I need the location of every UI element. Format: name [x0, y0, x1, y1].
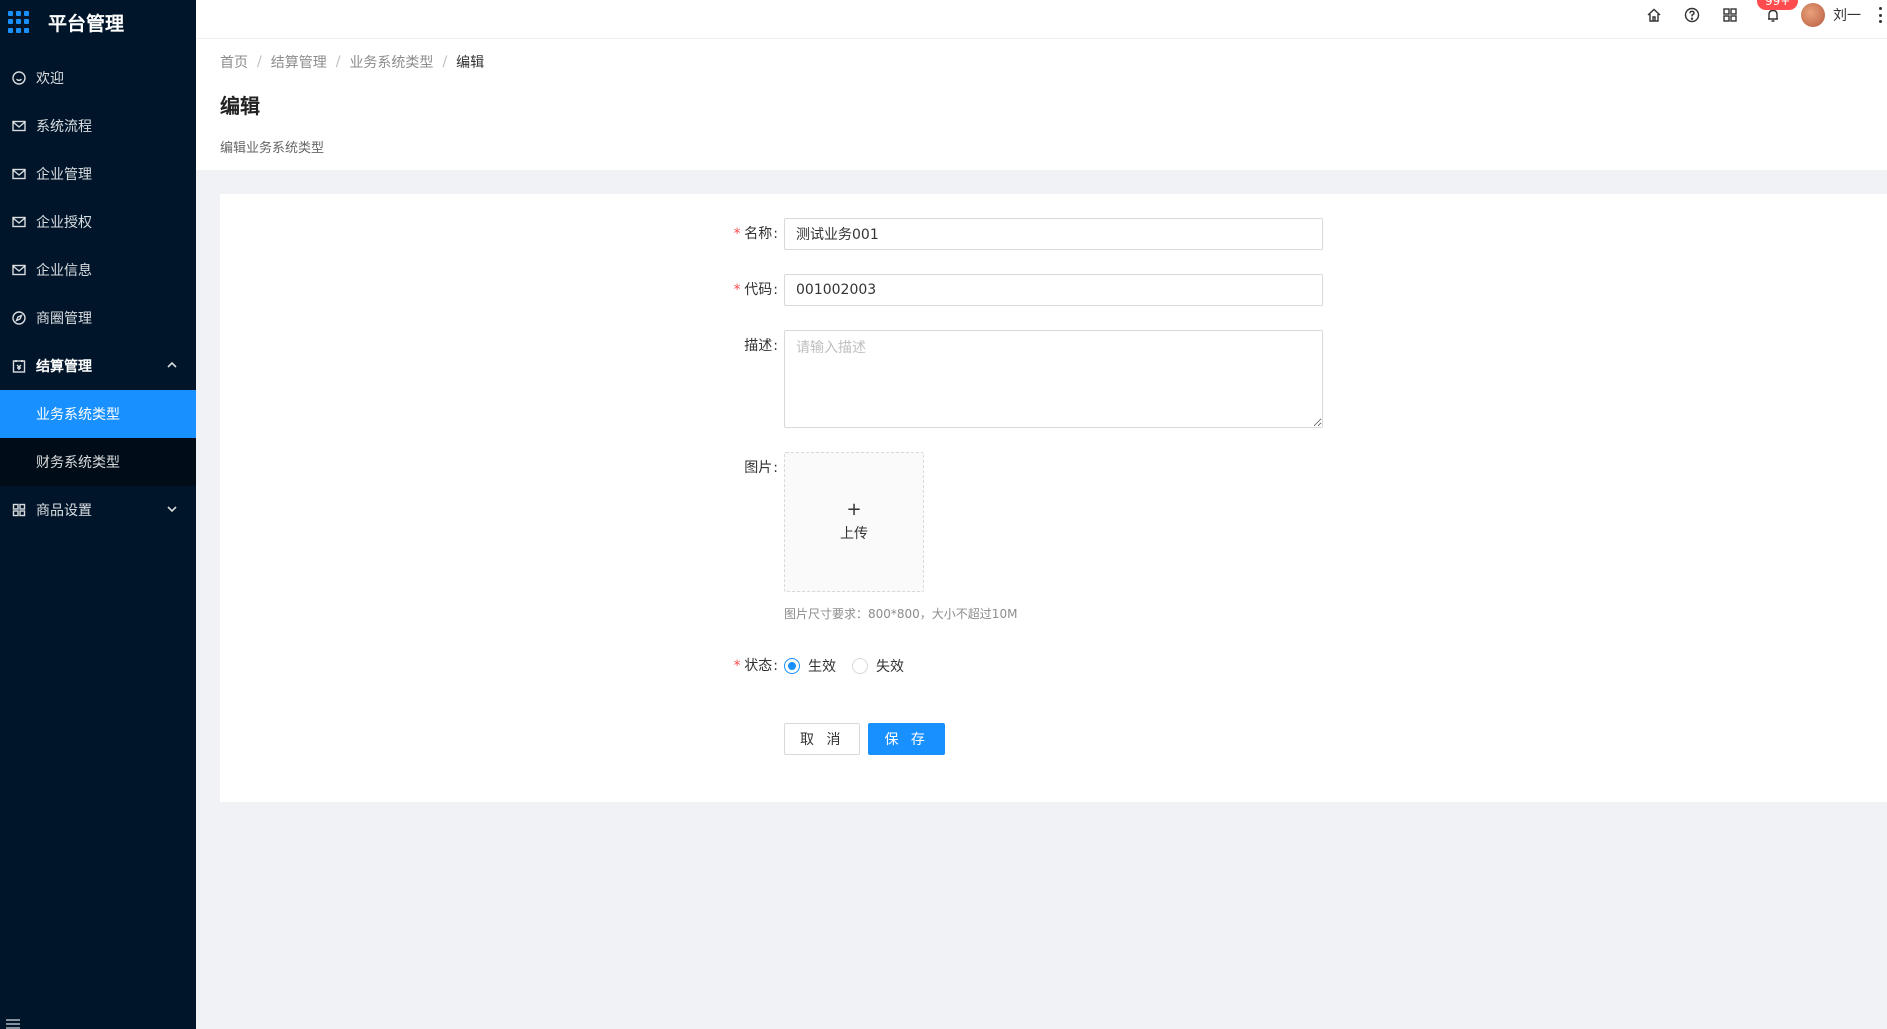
- code-field-wrap: [784, 274, 1323, 306]
- status-radio-inactive[interactable]: 失效: [852, 656, 904, 676]
- breadcrumb-current: 编辑: [456, 55, 485, 71]
- chevron-up-icon: [166, 359, 178, 371]
- avatar[interactable]: [1801, 3, 1825, 27]
- description-label: 描述:: [744, 338, 778, 354]
- breadcrumb-separator: /: [442, 54, 448, 70]
- notification-button[interactable]: 99+: [1757, 0, 1799, 23]
- sidebar-item-enterprise-info[interactable]: 企业信息: [0, 246, 196, 294]
- image-label: 图片:: [744, 460, 778, 476]
- appstore-icon: [12, 503, 26, 517]
- sidebar-item-product-settings[interactable]: 商品设置: [0, 486, 196, 534]
- sidebar-item-label: 商品设置: [36, 503, 92, 519]
- plus-icon: +: [846, 499, 862, 520]
- name-field-wrap: [784, 218, 1323, 250]
- breadcrumb-separator: /: [257, 54, 262, 70]
- sidebar: 平台管理 欢迎 系统流程 企业管理 企业授权 企业信息 商圈管理 结算管理 业务…: [0, 0, 196, 1029]
- code-input[interactable]: [784, 274, 1323, 306]
- logo[interactable]: 平台管理: [0, 0, 196, 44]
- radio-dot: [784, 658, 800, 674]
- cancel-button[interactable]: 取 消: [784, 723, 861, 755]
- mail-icon: [12, 119, 26, 133]
- required-mark: *: [732, 226, 742, 242]
- sidebar-item-finance-system-type[interactable]: 财务系统类型: [0, 438, 196, 486]
- sidebar-item-label: 财务系统类型: [36, 455, 120, 471]
- apps-grid-icon: [8, 11, 30, 33]
- user-name[interactable]: 刘一: [1833, 5, 1861, 25]
- breadcrumb-home[interactable]: 首页: [220, 52, 248, 72]
- page-description: 编辑业务系统类型: [220, 141, 325, 156]
- compass-icon: [12, 311, 26, 325]
- upload-label: 上传: [840, 526, 868, 542]
- sidebar-item-label: 欢迎: [36, 71, 64, 87]
- image-upload[interactable]: + 上传: [784, 452, 924, 592]
- sidebar-item-label: 业务系统类型: [36, 407, 120, 423]
- sidebar-item-business-district[interactable]: 商圈管理: [0, 294, 196, 342]
- header-actions: 99+ 刘一: [1635, 0, 1887, 30]
- required-mark: *: [732, 282, 742, 298]
- name-input[interactable]: [784, 218, 1323, 250]
- breadcrumb-business-system-type[interactable]: 业务系统类型: [349, 52, 433, 72]
- save-button[interactable]: 保 存: [868, 723, 945, 755]
- form-actions: 取 消保 存: [784, 723, 945, 755]
- mail-icon: [12, 263, 26, 277]
- sidebar-item-enterprise-management[interactable]: 企业管理: [0, 150, 196, 198]
- appstore-icon[interactable]: [1722, 7, 1738, 23]
- notification-badge: 99+: [1757, 0, 1799, 10]
- radio-dot: [852, 658, 868, 674]
- mail-icon: [12, 215, 26, 229]
- menu-fold-icon[interactable]: [6, 1017, 20, 1029]
- account-book-icon: [12, 359, 26, 373]
- top-header: 99+ 刘一: [196, 0, 1887, 39]
- page-header: 首页 / 结算管理 / 业务系统类型 / 编辑 编辑 编辑业务系统类型: [196, 39, 1887, 170]
- sidebar-item-label: 企业授权: [36, 215, 92, 231]
- question-icon[interactable]: [1684, 7, 1700, 23]
- description-textarea[interactable]: [784, 330, 1323, 428]
- sidebar-item-label: 结算管理: [36, 359, 92, 375]
- image-field-wrap: + 上传: [784, 452, 924, 592]
- required-mark: *: [732, 658, 742, 674]
- form-card: *名称: *代码: 描述: 图片: + 上传 图片尺寸要求：800*800，大小…: [220, 194, 1887, 802]
- app-title: 平台管理: [48, 12, 125, 35]
- sidebar-item-business-system-type[interactable]: 业务系统类型: [0, 390, 196, 438]
- name-label: * 名称:: [732, 226, 778, 242]
- sidebar-item-settlement[interactable]: 结算管理: [0, 342, 196, 390]
- sidebar-item-enterprise-authorization[interactable]: 企业授权: [0, 198, 196, 246]
- status-label: * 状态:: [732, 658, 778, 674]
- smile-icon: [12, 71, 26, 85]
- sidebar-item-welcome[interactable]: 欢迎: [0, 54, 196, 102]
- breadcrumb-settlement[interactable]: 结算管理: [271, 52, 327, 72]
- sidebar-item-label: 商圈管理: [36, 311, 92, 327]
- sidebar-item-label: 企业管理: [36, 167, 92, 183]
- sidebar-item-label: 企业信息: [36, 263, 92, 279]
- mail-icon: [12, 167, 26, 181]
- image-hint: 图片尺寸要求：800*800，大小不超过10M: [784, 607, 1018, 621]
- code-label: * 代码:: [732, 282, 778, 298]
- page-title: 编辑: [220, 94, 260, 118]
- status-radio-active[interactable]: 生效: [784, 656, 836, 676]
- breadcrumb: 首页 / 结算管理 / 业务系统类型 / 编辑: [220, 52, 1887, 72]
- sidebar-item-label: 系统流程: [36, 119, 92, 135]
- status-radio-group: 生效 失效: [784, 650, 920, 682]
- sidebar-menu: 欢迎 系统流程 企业管理 企业授权 企业信息 商圈管理 结算管理 业务系统类型 …: [0, 54, 196, 534]
- settlement-submenu: 业务系统类型 财务系统类型: [0, 390, 196, 486]
- home-icon[interactable]: [1646, 7, 1662, 23]
- chevron-down-icon: [166, 503, 178, 515]
- sidebar-item-system-flow[interactable]: 系统流程: [0, 102, 196, 150]
- more-vertical-icon[interactable]: [1879, 7, 1883, 23]
- breadcrumb-separator: /: [335, 54, 341, 70]
- description-field-wrap: [784, 330, 1323, 432]
